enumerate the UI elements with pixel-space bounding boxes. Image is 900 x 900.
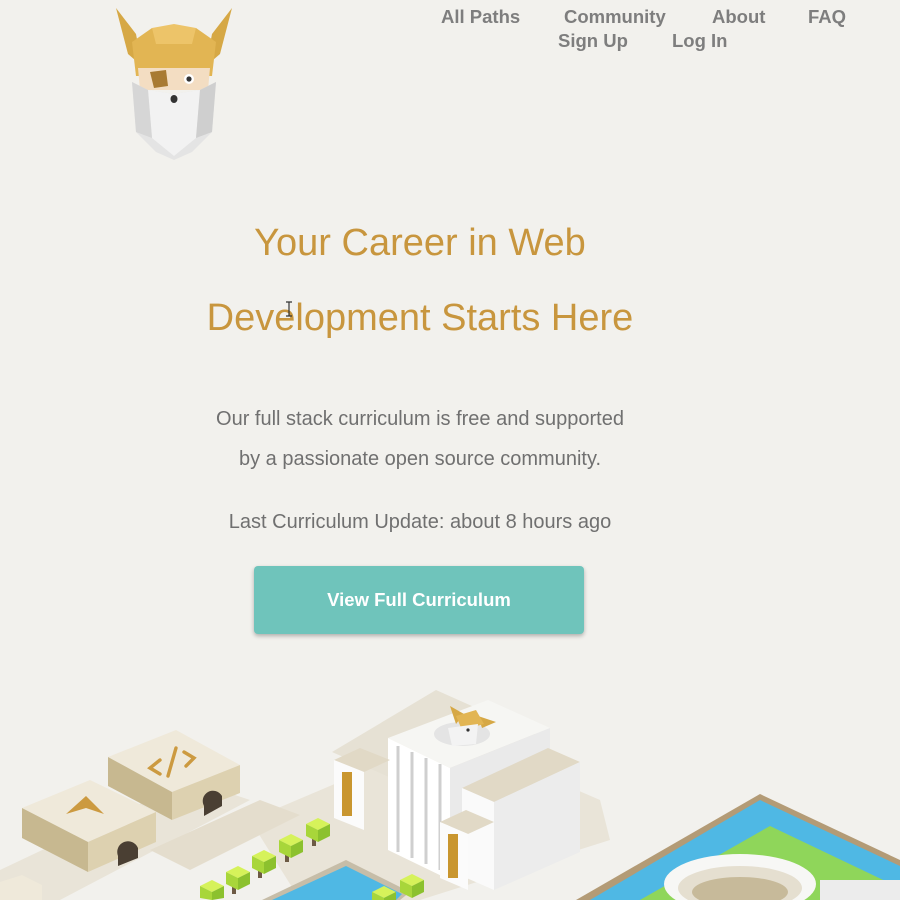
- last-curriculum-update: Last Curriculum Update: about 8 hours ag…: [228, 511, 612, 533]
- text-cursor-icon: [286, 301, 292, 317]
- home-logo-link[interactable]: [112, 4, 236, 164]
- nav-community-link[interactable]: Community: [564, 6, 666, 28]
- hero-subtitle-line-2: by a passionate open source community.: [238, 448, 602, 470]
- nav-log-in-link[interactable]: Log In: [672, 30, 727, 52]
- nav-about-link[interactable]: About: [712, 6, 765, 28]
- isometric-city-illustration: [0, 690, 900, 900]
- view-full-curriculum-button[interactable]: View Full Curriculum: [254, 566, 584, 634]
- nav-sign-up-link[interactable]: Sign Up: [558, 30, 628, 52]
- stadium-island: [576, 794, 900, 900]
- nav-faq-link[interactable]: FAQ: [808, 6, 846, 28]
- hero-title-line-2: Development Starts Here: [206, 297, 634, 339]
- landing-page: All Paths Community About FAQ Sign Up Lo…: [0, 0, 900, 900]
- hero-subtitle: Our full stack curriculum is free and su…: [150, 399, 690, 479]
- hero-subtitle-line-1: Our full stack curriculum is free and su…: [216, 408, 624, 430]
- main-nav: All Paths Community About FAQ Sign Up Lo…: [440, 6, 900, 56]
- odin-viking-logo-icon: [116, 8, 232, 160]
- hero-title: Your Career in Web Development Starts He…: [100, 206, 740, 356]
- hero-title-line-1: Your Career in Web: [254, 222, 586, 264]
- nav-all-paths-link[interactable]: All Paths: [441, 6, 520, 28]
